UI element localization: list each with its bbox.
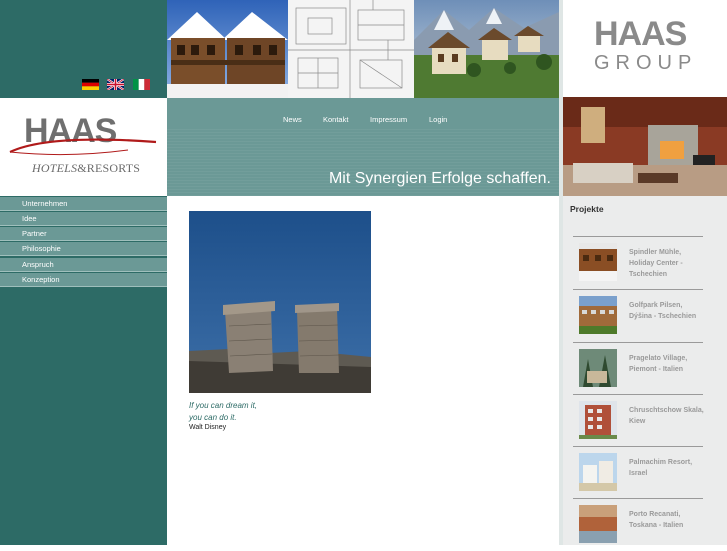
side-nav-partner[interactable]: Partner bbox=[0, 227, 167, 241]
side-nav-anspruch[interactable]: Anspruch bbox=[0, 258, 167, 272]
hotel-interior-image bbox=[563, 97, 727, 196]
project-thumbnail bbox=[579, 401, 617, 439]
side-nav-philosophie[interactable]: Philosophie bbox=[0, 242, 167, 256]
project-item-pragelato[interactable]: Pragelato Village, Piemont - Italien bbox=[573, 342, 703, 395]
blueprint-image bbox=[288, 0, 414, 98]
group-logo-sub: GROUP bbox=[594, 52, 698, 74]
tagline-hotels: HOTELS bbox=[32, 161, 78, 175]
main-content: If you can dream it, you can do it. Walt… bbox=[167, 196, 559, 545]
project-label: Porto Recanati, Toskana - Italien bbox=[629, 511, 684, 529]
project-thumbnail bbox=[579, 243, 617, 281]
village-render-image bbox=[414, 0, 559, 98]
nav-link-news[interactable]: News bbox=[283, 115, 302, 124]
slogan-banner: Mit Synergien Erfolge schaffen. bbox=[167, 128, 559, 196]
project-label: Chruschtschow Skala, Kiew bbox=[629, 407, 704, 425]
side-nav-idee[interactable]: Idee bbox=[0, 212, 167, 226]
tagline-amp: & bbox=[77, 161, 87, 175]
tagline-resorts: RESORTS bbox=[86, 161, 141, 175]
top-navigation: News Kontakt Impressum Login bbox=[167, 98, 559, 128]
nav-link-kontakt[interactable]: Kontakt bbox=[323, 115, 348, 124]
language-bar bbox=[0, 0, 167, 98]
project-item-porto-recanati[interactable]: Porto Recanati, Toskana - Italien bbox=[573, 498, 703, 551]
project-thumbnail bbox=[579, 296, 617, 334]
slogan-text: Mit Synergien Erfolge schaffen. bbox=[328, 170, 551, 187]
side-nav-unternehmen[interactable]: Unternehmen bbox=[0, 197, 167, 211]
projects-title: Projekte bbox=[570, 204, 604, 214]
haas-group-logo[interactable]: HAAS GROUP bbox=[563, 0, 727, 97]
quote-author: Walt Disney bbox=[189, 424, 227, 431]
project-thumbnail bbox=[579, 505, 617, 543]
project-item-chruschtschow[interactable]: Chruschtschow Skala, Kiew bbox=[573, 394, 704, 447]
project-thumbnail bbox=[579, 349, 617, 387]
german-flag-icon[interactable] bbox=[82, 79, 99, 90]
haas-hotels-resorts-logo[interactable]: HAAS HOTELS&RESORTS bbox=[0, 98, 167, 196]
header-image-strip bbox=[167, 0, 559, 98]
uk-flag-icon[interactable] bbox=[107, 79, 124, 90]
group-logo-brand: HAAS bbox=[594, 15, 687, 53]
nav-link-impressum[interactable]: Impressum bbox=[370, 115, 407, 124]
project-item-golfpark[interactable]: Golfpark Pilsen, Dýšina - Tschechien bbox=[573, 289, 703, 342]
italian-flag-icon[interactable] bbox=[133, 79, 150, 90]
stone-towers-photo bbox=[189, 211, 371, 393]
quote-line-1: If you can dream it, bbox=[189, 401, 258, 410]
project-label: Spindler Mühle, Holiday Center - Tschech… bbox=[629, 249, 683, 278]
logo-swoosh-icon bbox=[9, 138, 157, 156]
logo-tagline: HOTELS&RESORTS bbox=[32, 161, 140, 176]
project-thumbnail bbox=[579, 453, 617, 491]
project-label: Golfpark Pilsen, Dýšina - Tschechien bbox=[629, 302, 697, 320]
side-nav-konzeption[interactable]: Konzeption bbox=[0, 273, 167, 287]
side-navigation: Unternehmen Idee Partner Philosophie Ans… bbox=[0, 196, 167, 545]
project-label: Palmachim Resort, Israel bbox=[629, 459, 693, 477]
projects-panel: Projekte Spindler Mühle, Holiday Center … bbox=[563, 196, 727, 545]
project-item-palmachim[interactable]: Palmachim Resort, Israel bbox=[573, 446, 703, 499]
project-item-spindler[interactable]: Spindler Mühle, Holiday Center - Tschech… bbox=[573, 236, 703, 289]
chalet-snow-image bbox=[167, 0, 288, 98]
project-label: Pragelato Village, Piemont - Italien bbox=[629, 355, 688, 373]
nav-link-login[interactable]: Login bbox=[429, 115, 447, 124]
quote-line-2: you can do it. bbox=[189, 413, 237, 422]
